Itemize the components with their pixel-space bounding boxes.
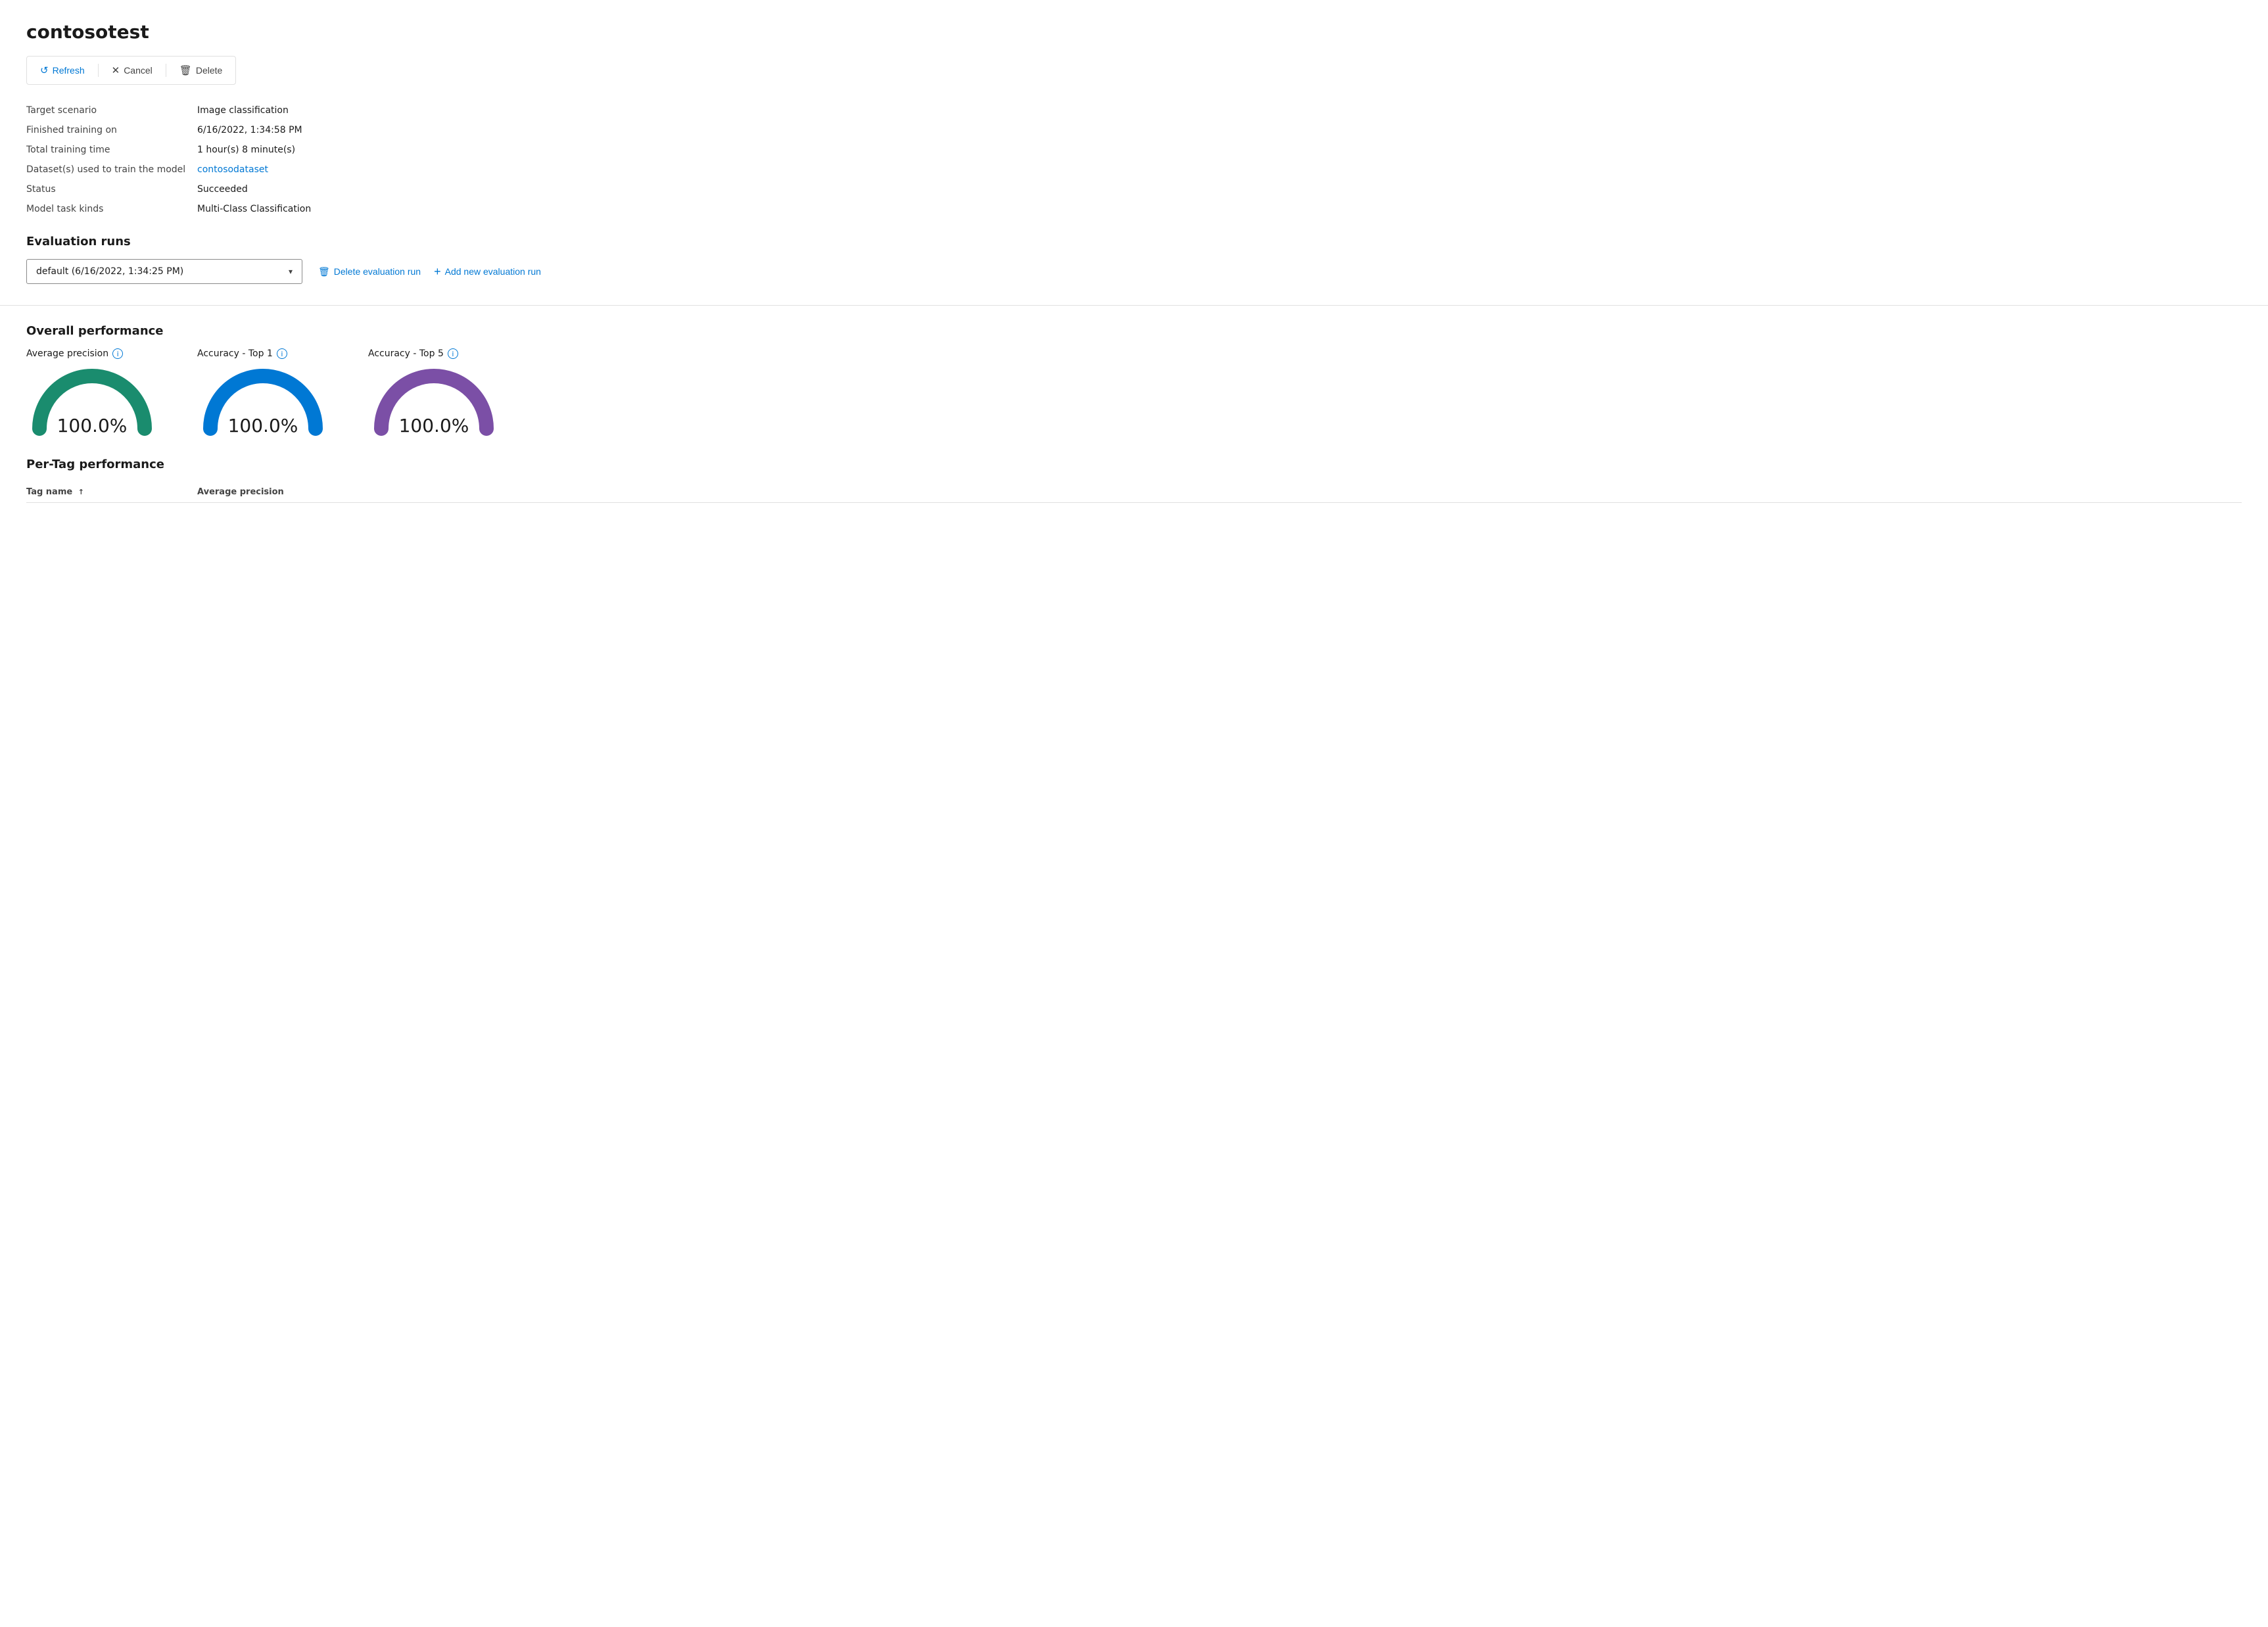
gauge-acc-top1-container: 100.0% [197,364,329,436]
eval-actions: 🗑 Delete evaluation run + Add new evalua… [318,265,541,279]
table-header: Tag name ↑ Average precision [26,482,2242,503]
gauge-avg-precision: Average precision i 100.0% [26,348,158,436]
tag-name-column-header[interactable]: Tag name ↑ [26,487,197,497]
gauge-acc-top5-value: 100.0% [399,415,469,436]
toolbar-divider-1 [98,64,99,77]
eval-runs-dropdown-value: default (6/16/2022, 1:34:25 PM) [36,266,183,277]
add-eval-icon: + [434,265,441,279]
avg-precision-info-icon[interactable]: i [112,348,123,359]
cancel-icon: ✕ [112,64,120,76]
info-grid: Target scenario Image classification Fin… [26,103,2242,216]
target-scenario-label: Target scenario [26,103,197,118]
datasets-link[interactable]: contosodataset [197,162,2242,177]
delete-icon: 🗑 [179,64,192,76]
overall-performance-section: Overall performance Average precision i … [26,324,2242,436]
gauge-acc-top5-label: Accuracy - Top 5 i [368,348,458,359]
gauge-avg-precision-container: 100.0% [26,364,158,436]
delete-eval-icon: 🗑 [318,266,330,277]
model-task-value: Multi-Class Classification [197,202,2242,216]
gauge-acc-top1-value: 100.0% [228,415,298,436]
cancel-button[interactable]: ✕ Cancel [104,60,160,80]
cancel-label: Cancel [124,65,153,76]
refresh-icon: ↺ [40,64,49,76]
total-training-value: 1 hour(s) 8 minute(s) [197,143,2242,157]
status-label: Status [26,182,197,197]
total-training-label: Total training time [26,143,197,157]
gauge-acc-top1-label: Accuracy - Top 1 i [197,348,287,359]
section-divider [0,305,2268,306]
gauge-acc-top5: Accuracy - Top 5 i 100.0% [368,348,500,436]
gauge-avg-precision-value: 100.0% [57,415,128,436]
evaluation-runs-title: Evaluation runs [26,235,2242,248]
datasets-label: Dataset(s) used to train the model [26,162,197,177]
finished-training-label: Finished training on [26,123,197,137]
sort-asc-icon: ↑ [78,488,84,496]
per-tag-section: Per-Tag performance Tag name ↑ Average p… [26,458,2242,503]
gauge-acc-top5-container: 100.0% [368,364,500,436]
page-title: contosotest [26,21,2242,43]
chevron-down-icon: ▾ [289,267,293,276]
delete-button[interactable]: 🗑 Delete [172,60,231,80]
add-eval-label: Add new evaluation run [445,266,541,277]
eval-runs-row: default (6/16/2022, 1:34:25 PM) ▾ 🗑 Dele… [26,259,2242,284]
gauges-row: Average precision i 100.0% Accuracy - To… [26,348,2242,436]
per-tag-title: Per-Tag performance [26,458,2242,471]
gauge-acc-top1: Accuracy - Top 1 i 100.0% [197,348,329,436]
toolbar: ↺ Refresh ✕ Cancel 🗑 Delete [26,56,236,85]
acc-top1-info-icon[interactable]: i [277,348,287,359]
add-eval-run-button[interactable]: + Add new evaluation run [434,265,541,279]
overall-performance-title: Overall performance [26,324,2242,338]
delete-eval-run-button[interactable]: 🗑 Delete evaluation run [318,266,421,277]
refresh-label: Refresh [53,65,85,76]
gauge-avg-precision-label: Average precision i [26,348,123,359]
model-task-label: Model task kinds [26,202,197,216]
delete-eval-label: Delete evaluation run [334,266,421,277]
avg-precision-column-header[interactable]: Average precision [197,487,2242,497]
acc-top5-info-icon[interactable]: i [448,348,458,359]
status-value: Succeeded [197,182,2242,197]
evaluation-runs-section: Evaluation runs default (6/16/2022, 1:34… [26,235,2242,284]
finished-training-value: 6/16/2022, 1:34:58 PM [197,123,2242,137]
delete-label: Delete [196,65,222,76]
refresh-button[interactable]: ↺ Refresh [32,60,93,80]
eval-runs-dropdown[interactable]: default (6/16/2022, 1:34:25 PM) ▾ [26,259,302,284]
target-scenario-value: Image classification [197,103,2242,118]
